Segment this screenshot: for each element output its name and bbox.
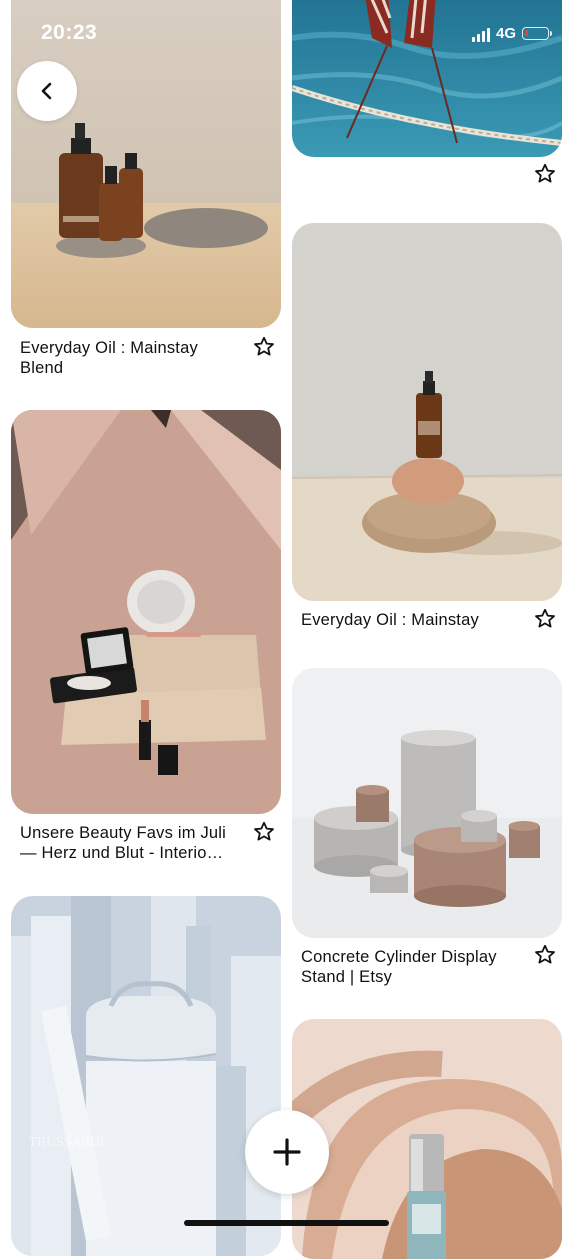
- star-outline-icon[interactable]: [533, 943, 557, 967]
- home-indicator: [184, 1220, 389, 1226]
- status-indicators: 4G: [471, 25, 552, 42]
- signal-icon: [471, 26, 490, 42]
- pin-title: Concrete Cylinder Display Stand | Etsy: [301, 948, 497, 986]
- back-button[interactable]: [17, 61, 77, 121]
- pin-image[interactable]: TRUSSARDI: [11, 896, 281, 1256]
- watermark-text: TRUSSARDI: [29, 1135, 105, 1149]
- chevron-left-icon: [41, 82, 52, 100]
- pin-title: Everyday Oil : Mainstay: [301, 611, 479, 629]
- network-type: 4G: [495, 25, 516, 42]
- star-outline-icon[interactable]: [252, 820, 276, 844]
- add-button[interactable]: [245, 1110, 329, 1194]
- status-bar: 20:23 4G: [0, 0, 573, 70]
- star-outline-icon[interactable]: [533, 607, 557, 631]
- plus-icon: [273, 1138, 301, 1166]
- battery-icon: [522, 27, 552, 40]
- star-outline-icon[interactable]: [252, 335, 276, 359]
- star-outline-icon[interactable]: [533, 162, 557, 186]
- pin-image[interactable]: [292, 223, 562, 601]
- pin-image[interactable]: [292, 668, 562, 938]
- pin-title: Unsere Beauty Favs im Juli — Herz und Bl…: [20, 824, 227, 862]
- status-time: 20:23: [41, 21, 98, 44]
- pin-title: Everyday Oil : Mainstay Blend: [20, 339, 198, 377]
- pin-image[interactable]: [11, 410, 281, 814]
